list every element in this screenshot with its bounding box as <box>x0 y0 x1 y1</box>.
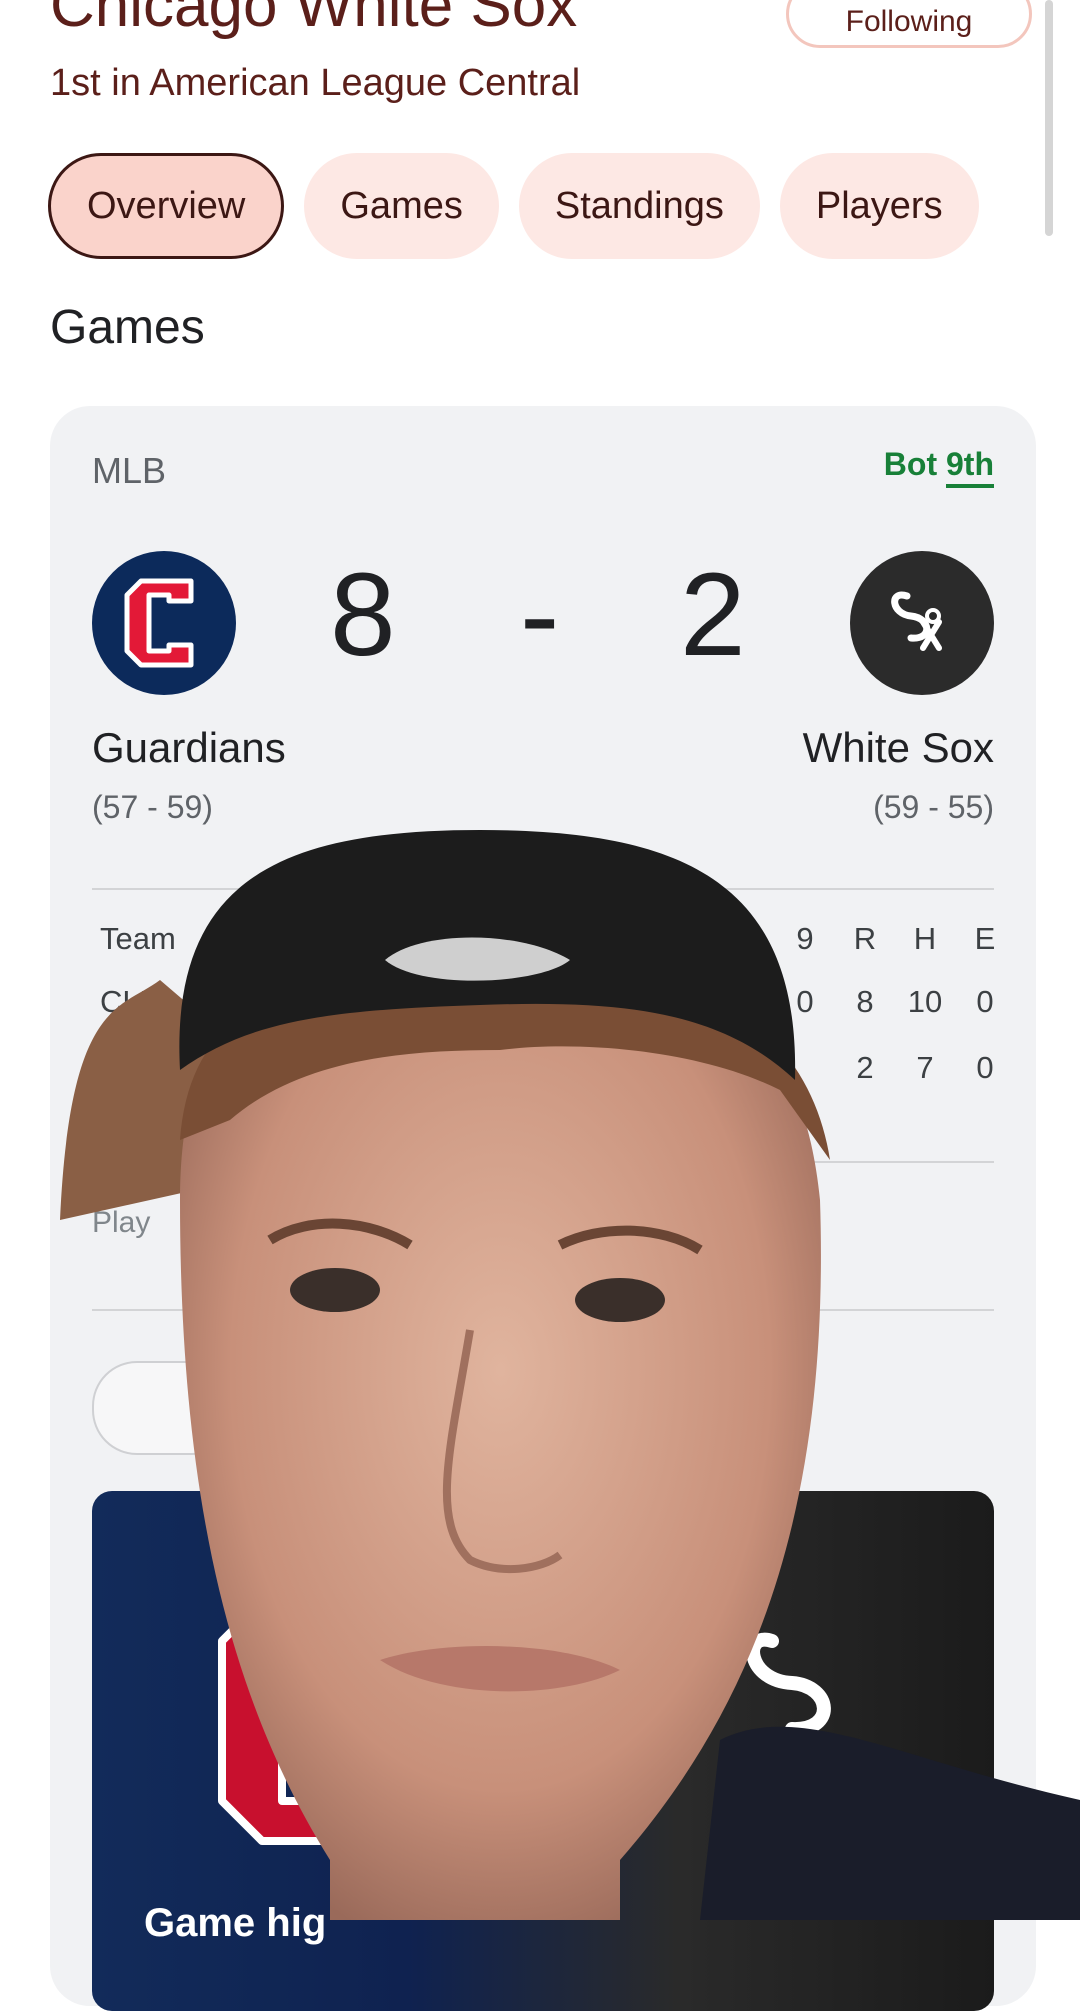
divider <box>92 888 994 890</box>
header-runs: R <box>853 921 877 956</box>
white-sox-watermark-icon <box>746 1632 831 1736</box>
divider <box>92 1309 994 1311</box>
away-score: 2 <box>680 549 746 681</box>
row-team: CLE <box>100 984 161 1019</box>
status-prefix: Bot <box>883 446 938 482</box>
home-team-record: (57 - 59) <box>92 789 213 825</box>
home-team-name[interactable]: Guardians <box>92 724 286 772</box>
away-team-name[interactable]: White Sox <box>803 724 994 772</box>
tab-bar: Overview Games Standings Players <box>48 153 979 259</box>
scrollbar[interactable] <box>1045 0 1053 236</box>
highlights-title: Game hig <box>144 1901 327 1945</box>
score-separator: - <box>520 549 560 681</box>
header-inning-9: 9 <box>796 921 814 956</box>
away-team-record: (59 - 55) <box>873 789 994 825</box>
row-team: CWS <box>100 1050 173 1085</box>
following-button[interactable]: Following <box>786 0 1032 48</box>
white-sox-logo-icon[interactable] <box>850 551 994 695</box>
row-cell: 0 <box>976 1050 994 1085</box>
league-label: MLB <box>92 450 167 491</box>
team-standing-subtitle: 1st in American League Central <box>50 62 581 104</box>
status-inning: 9th <box>946 446 994 488</box>
action-pill-button[interactable] <box>92 1361 236 1455</box>
header-inning-8: 8 <box>735 921 753 956</box>
divider <box>92 1161 994 1163</box>
play-label: Play <box>92 1206 151 1239</box>
header-hits: H <box>913 921 937 956</box>
row-cell: 10 <box>907 984 943 1019</box>
home-score: 8 <box>330 549 396 681</box>
tab-games[interactable]: Games <box>304 153 499 259</box>
row-cell: 0 <box>796 984 814 1019</box>
page-title: Chicago White Sox <box>50 0 578 40</box>
row-cell: 2 <box>856 1050 874 1085</box>
tab-standings[interactable]: Standings <box>518 153 760 259</box>
guardians-logo-icon[interactable] <box>92 551 236 695</box>
games-section-title: Games <box>50 301 205 354</box>
header-team: Team <box>100 921 176 956</box>
row-cell: 0 <box>976 984 994 1019</box>
row-cell: 8 <box>856 984 874 1019</box>
row-cell: 7 <box>916 1050 934 1085</box>
tab-players[interactable]: Players <box>779 153 979 259</box>
guardians-c-watermark-icon <box>218 1597 386 1845</box>
game-status: Bot 9th <box>883 446 994 488</box>
game-highlights-card[interactable]: Game hig <box>92 1491 994 2011</box>
header-errors: E <box>974 921 996 956</box>
game-card[interactable]: MLB Bot 9th 8 - 2 Guardians White Sox (5… <box>50 406 1036 2011</box>
tab-overview[interactable]: Overview <box>48 153 285 259</box>
